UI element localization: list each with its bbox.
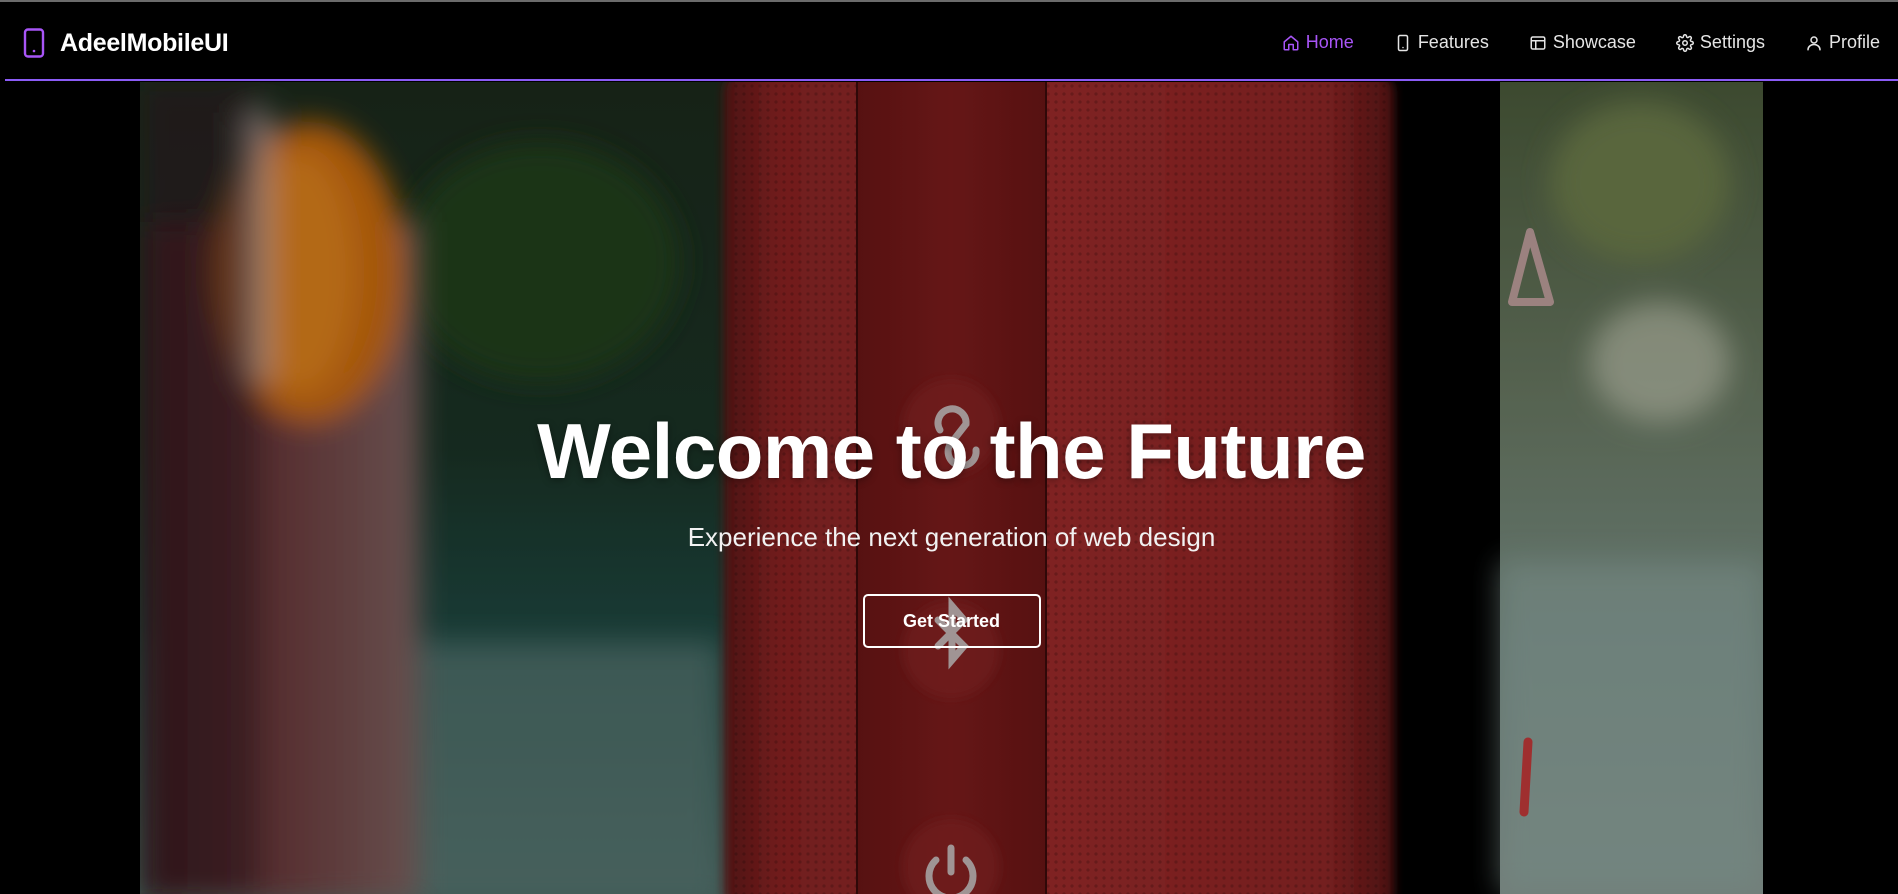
layout-icon bbox=[1530, 35, 1546, 50]
user-icon bbox=[1807, 35, 1821, 50]
hero-content: Welcome to the Future Experience the nex… bbox=[140, 412, 1763, 648]
nav-item-settings[interactable]: Settings bbox=[1675, 32, 1765, 53]
smartphone-icon bbox=[23, 28, 45, 58]
nav-item-label: Settings bbox=[1699, 32, 1765, 52]
nav-item-home[interactable]: Home bbox=[1282, 32, 1354, 53]
page: AdeelMobileUI Home Features Showcase Set… bbox=[0, 0, 1898, 894]
gear-icon bbox=[1675, 33, 1694, 52]
get-started-button[interactable]: Get Started bbox=[862, 594, 1041, 648]
nav-underline bbox=[5, 79, 1898, 81]
nav-item-profile[interactable]: Profile bbox=[1805, 32, 1880, 53]
nav-item-showcase[interactable]: Showcase bbox=[1529, 32, 1636, 53]
nav-item-label: Home bbox=[1305, 32, 1354, 52]
brand-logo[interactable]: AdeelMobileUI bbox=[22, 28, 229, 58]
hero-subtitle: Experience the next generation of web de… bbox=[687, 522, 1216, 552]
navbar: AdeelMobileUI Home Features Showcase Set… bbox=[0, 2, 1898, 80]
hero-title: Welcome to the Future bbox=[537, 407, 1366, 495]
nav-item-label: Showcase bbox=[1552, 32, 1636, 52]
nav-menu: Home Features Showcase Settings Profile bbox=[1282, 32, 1880, 53]
smartphone-icon bbox=[1397, 34, 1409, 51]
home-icon bbox=[1283, 35, 1299, 50]
hero-section: Welcome to the Future Experience the nex… bbox=[140, 82, 1763, 894]
nav-item-label: Profile bbox=[1828, 32, 1880, 52]
nav-item-features[interactable]: Features bbox=[1394, 32, 1489, 53]
nav-item-label: Features bbox=[1417, 32, 1489, 52]
brand-name: AdeelMobileUI bbox=[60, 28, 229, 57]
